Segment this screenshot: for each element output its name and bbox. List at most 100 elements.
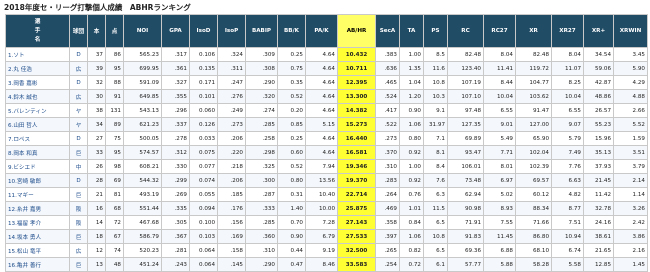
xr-cell: 71.66	[515, 215, 552, 230]
xr-cell: 58.28	[515, 257, 552, 272]
header-noi[interactable]: NOI	[123, 14, 162, 48]
header-babip[interactable]: BABIP	[245, 14, 278, 48]
header-hr[interactable]: 本	[87, 14, 106, 48]
ab-hr-cell: 10.432	[337, 47, 376, 62]
player-name-cell[interactable]: 7.ロペス	[5, 131, 70, 146]
pa-k-cell: 4.64	[305, 61, 338, 76]
home-runs-cell: 39	[87, 61, 106, 76]
player-name-cell[interactable]: 10.宮崎 敏郎	[5, 173, 70, 188]
bb-k-cell: 0.75	[277, 61, 306, 76]
isod-cell: 0.033	[189, 131, 218, 146]
header-gpa[interactable]: GPA	[161, 14, 190, 48]
header-ta[interactable]: TA	[399, 14, 424, 48]
bb-k-cell: 0.80	[277, 173, 306, 188]
bb-k-cell: 0.60	[277, 145, 306, 160]
player-name-cell[interactable]: 11.マギー	[5, 187, 70, 202]
player-name-cell[interactable]: 4.鈴木 誠也	[5, 89, 70, 104]
header-xr[interactable]: XR	[515, 14, 552, 48]
noi-cell: 493.19	[123, 187, 162, 202]
table-row: 4.鈴木 誠也広 30 91 649.85.355 0.101.276.320 0.52 4…	[5, 89, 648, 104]
bb-k-cell: 0.52	[277, 89, 306, 104]
xrwin-cell: 1.45	[613, 257, 648, 272]
rc-cell: 97.48	[447, 103, 484, 118]
xr-plus-cell: 48.86	[583, 89, 614, 104]
xrwin-cell: 3.45	[613, 47, 648, 62]
player-name-cell[interactable]: 9.ビシエド	[5, 159, 70, 174]
seca-cell: .397	[375, 229, 400, 244]
babip-cell: .309	[245, 47, 278, 62]
header-abhr[interactable]: AB/HR	[337, 14, 376, 48]
isop-cell: .156	[217, 215, 246, 230]
header-ps[interactable]: PS	[423, 14, 448, 48]
points-cell: 131	[105, 103, 124, 118]
gpa-cell: .299	[161, 173, 190, 188]
header-team[interactable]: 球団	[69, 14, 88, 48]
xrwin-cell: 1.14	[613, 187, 648, 202]
xrwin-cell: 3.86	[613, 229, 648, 244]
table-row: 5.バレンティンヤ 38 131 543.13.296 0.060.249.274 0.2…	[5, 103, 648, 118]
xrwin-cell: 4.88	[613, 89, 648, 104]
isop-cell: .176	[217, 201, 246, 216]
gpa-cell: .361	[161, 61, 190, 76]
player-name-cell[interactable]: 6.山田 哲人	[5, 117, 70, 132]
isop-cell: .206	[217, 173, 246, 188]
header-xrplus[interactable]: XR+	[583, 14, 614, 48]
noi-cell: 591.09	[123, 75, 162, 90]
xr-plus-cell: 35.13	[583, 145, 614, 160]
player-name-cell[interactable]: 15.松山 竜平	[5, 243, 70, 258]
noi-cell: 565.23	[123, 47, 162, 62]
isod-cell: 0.171	[189, 75, 218, 90]
player-name-cell[interactable]: 13.福留 孝介	[5, 215, 70, 230]
gpa-cell: .367	[161, 229, 190, 244]
player-name-cell[interactable]: 5.バレンティン	[5, 103, 70, 118]
babip-cell: .285	[245, 117, 278, 132]
ps-cell: 7.6	[423, 173, 448, 188]
player-name-cell[interactable]: 16.亀井 善行	[5, 257, 70, 272]
table-row: 8.岡本 和真巨 33 95 574.57.312 0.075.220.298 0.60 4…	[5, 145, 648, 160]
home-runs-cell: 13	[87, 257, 106, 272]
header-isop[interactable]: IsoP	[217, 14, 246, 48]
pa-k-cell: 4.64	[305, 103, 338, 118]
header-xrwin[interactable]: XRWIN	[613, 14, 648, 48]
ab-hr-cell: 16.440	[337, 131, 376, 146]
ps-cell: 10.8	[423, 229, 448, 244]
babip-cell: .325	[245, 159, 278, 174]
header-points[interactable]: 点	[105, 14, 124, 48]
ps-cell: 31.97	[423, 117, 448, 132]
isod-cell: 0.135	[189, 61, 218, 76]
player-name-cell[interactable]: 2.丸 佳浩	[5, 61, 70, 76]
player-name-cell[interactable]: 3.岡香 嘉彬	[5, 75, 70, 90]
gpa-cell: .278	[161, 131, 190, 146]
babip-cell: .333	[245, 201, 278, 216]
header-isod[interactable]: IsoD	[189, 14, 218, 48]
gpa-cell: .312	[161, 145, 190, 160]
gpa-cell: .355	[161, 89, 190, 104]
header-xr27[interactable]: XR27	[551, 14, 584, 48]
xr27-cell: 4.82	[551, 187, 584, 202]
player-name-cell[interactable]: 14.坂本 勇人	[5, 229, 70, 244]
rc27-cell: 8.04	[483, 47, 516, 62]
player-name-cell[interactable]: 8.岡本 和真	[5, 145, 70, 160]
noi-cell: 520.23	[123, 243, 162, 258]
header-pak[interactable]: PA/K	[305, 14, 338, 48]
xr-plus-cell: 12.85	[583, 257, 614, 272]
header-rc[interactable]: RC	[447, 14, 484, 48]
rc-cell: 69.36	[447, 243, 484, 258]
player-name-cell[interactable]: 12.糸井 嘉男	[5, 201, 70, 216]
ab-hr-cell: 10.711	[337, 61, 376, 76]
player-name-cell[interactable]: 1.ソト	[5, 47, 70, 62]
pa-k-cell: 10.40	[305, 187, 338, 202]
isop-cell: .276	[217, 89, 246, 104]
xr-plus-cell: 26.57	[583, 103, 614, 118]
header-rc27[interactable]: RC27	[483, 14, 516, 48]
xrwin-cell: 2.66	[613, 103, 648, 118]
header-seca[interactable]: SecA	[375, 14, 400, 48]
rc-cell: 107.19	[447, 75, 484, 90]
noi-cell: 621.23	[123, 117, 162, 132]
noi-cell: 544.32	[123, 173, 162, 188]
babip-cell: .290	[245, 75, 278, 90]
ta-cell: 1.06	[399, 229, 424, 244]
header-player[interactable]: 選 手 名	[5, 14, 70, 48]
xrwin-cell: 5.90	[613, 61, 648, 76]
header-bbk[interactable]: BB/K	[277, 14, 306, 48]
